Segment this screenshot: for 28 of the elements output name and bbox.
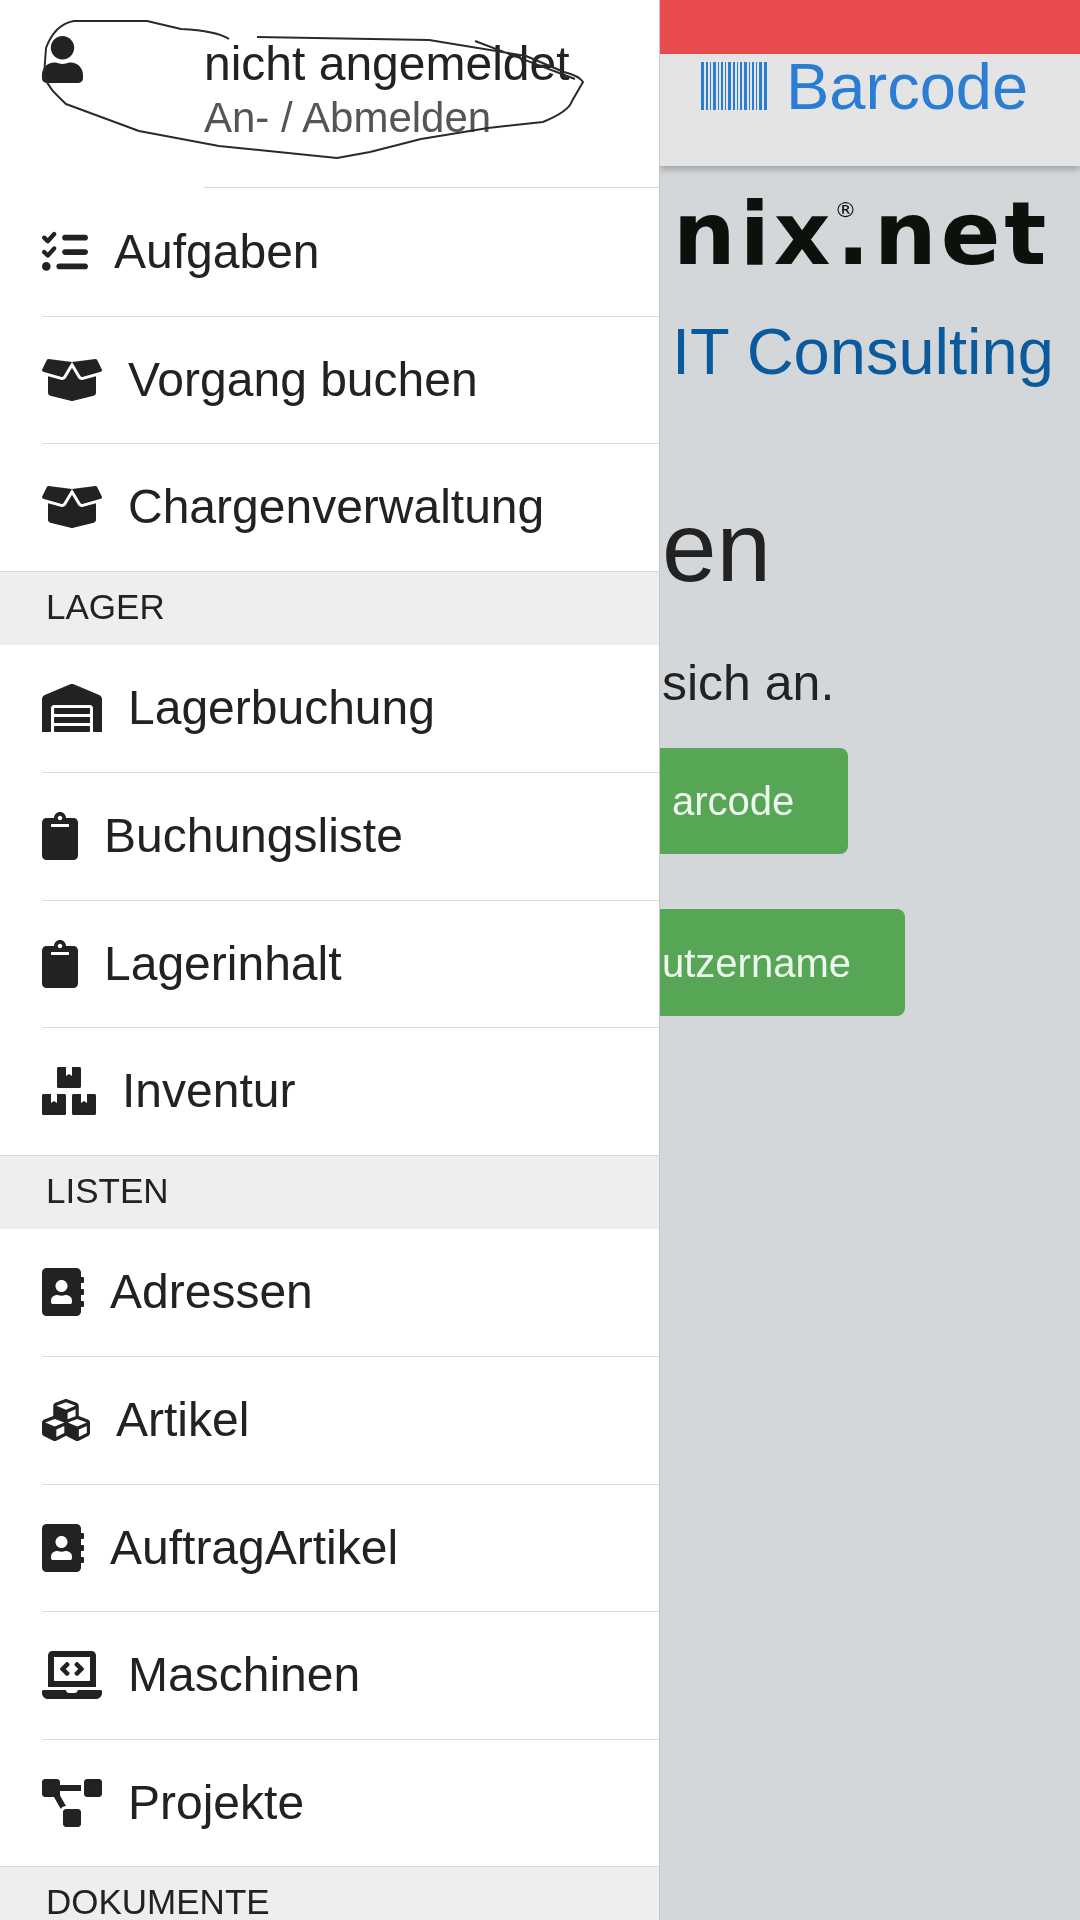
warehouse-icon [42,684,102,733]
menu-item[interactable]: Lagerinhalt [42,899,659,1027]
menu-item[interactable]: Aufgaben [42,188,659,316]
barcode-icon [701,62,767,110]
clipboard-icon [42,812,78,861]
menu-item[interactable]: Artikel [42,1356,659,1484]
laptop-code-icon [42,1651,102,1700]
diagram-icon [42,1778,102,1827]
user-icon [42,36,83,83]
clipboard-icon [42,939,78,988]
brand-wordmark: nix$^{®}$.net [673,190,1051,278]
section-heading: DOKUMENTE [0,1866,659,1920]
contact-book-icon [42,1268,84,1317]
menu-item[interactable]: Buchungsliste [42,772,659,900]
section-heading: LAGER [0,570,659,645]
menu-item[interactable]: AuftragArtikel [42,1483,659,1611]
contact-book-icon [42,1523,84,1572]
boxes-icon [42,1067,96,1116]
intro-text: sich an. [662,658,835,708]
menu-item[interactable]: Adressen [42,1228,659,1356]
menu-item[interactable]: Vorgang buchen [42,315,659,443]
page-heading: en [662,498,771,596]
sign-in-link[interactable]: An- / Abmelden [204,94,570,143]
menu-item[interactable]: Inventur [42,1027,659,1155]
menu-item[interactable]: Maschinen [42,1611,659,1739]
menu-item[interactable]: Lagerbuchung [42,644,659,772]
menu-item[interactable]: Chargenverwaltung [42,443,659,571]
section-heading: LISTEN [0,1154,659,1229]
